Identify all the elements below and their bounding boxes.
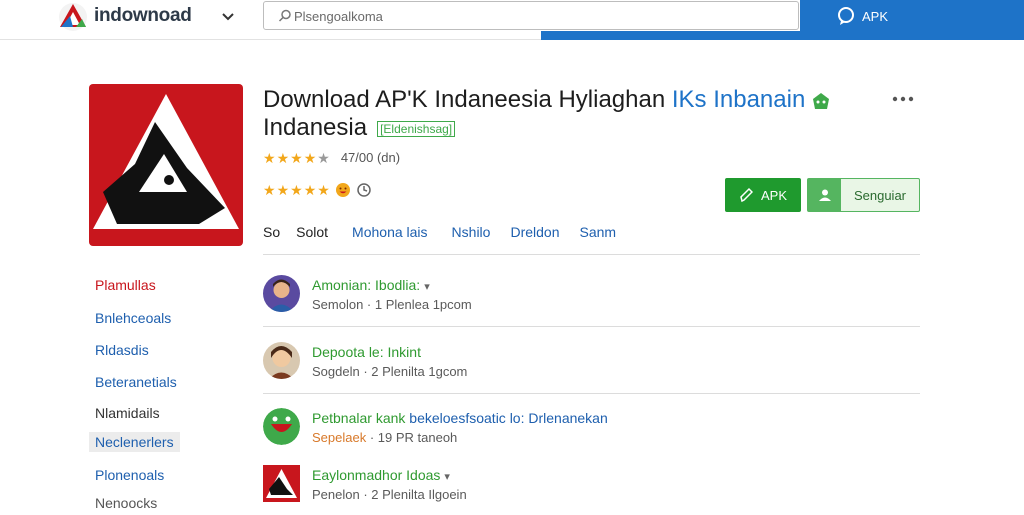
- logo-icon[interactable]: [58, 2, 88, 32]
- meta-b: 2 Plenilta Ilgoein: [371, 487, 467, 502]
- meta-b: 2 Plenilta 1gcom: [371, 364, 468, 379]
- list-item-title-text: Amonian: Ibodlia:: [312, 277, 421, 293]
- meta-a: Penelon: [312, 487, 360, 502]
- header-accent-bar: [541, 31, 1024, 40]
- star-icon: ★: [303, 182, 317, 198]
- android-badge-icon: [813, 92, 830, 109]
- star-icon: ★: [317, 182, 330, 198]
- star-icon: ★: [290, 182, 303, 198]
- header-blue-panel: [800, 0, 1024, 32]
- sidebar-item-1[interactable]: Plamullas: [95, 277, 156, 293]
- pen-icon: [740, 187, 753, 203]
- list-item[interactable]: Petbnalar kank bekeloesfsoatic lo: Drlen…: [263, 408, 920, 458]
- warning-triangle-icon: [93, 94, 239, 229]
- tabs-divider: [263, 254, 920, 255]
- smiley-icon: [335, 183, 350, 197]
- list-divider: [263, 326, 920, 327]
- list-item-meta: Penelon · 2 Plenilta Ilgoein: [312, 487, 467, 502]
- list-item[interactable]: Amonian: Ibodlia: ▾ Semolon · 1 Plenlea 1…: [263, 275, 920, 325]
- sidebar-item-4[interactable]: Beteranetials: [95, 374, 177, 390]
- sidebar-item-7[interactable]: Plonenoals: [95, 467, 164, 483]
- sidebar-item-2[interactable]: Bnlehceoals: [95, 310, 171, 326]
- meta-b: 19 PR taneoh: [377, 430, 458, 445]
- rating-row-secondary: ★ ★ ★ ★ ★: [263, 182, 372, 198]
- tab-dreldon[interactable]: Dreldon: [510, 224, 559, 240]
- apk-header-link[interactable]: APK: [836, 6, 888, 26]
- star-icon: ★: [263, 149, 276, 166]
- avatar: [263, 465, 300, 502]
- tab-so[interactable]: So: [263, 224, 280, 240]
- logo-text[interactable]: indownoad: [94, 5, 192, 27]
- list-item-title-link[interactable]: bekeloesfsoatic lo: Drlenanekan: [409, 410, 607, 426]
- list-item-title[interactable]: Eaylonmadhor Idoas ▾: [312, 467, 450, 483]
- rating-row-primary: ★ ★ ★ ★ ★ 47/00 (dn): [263, 150, 400, 165]
- list-item[interactable]: Eaylonmadhor Idoas ▾ Penelon · 2 Plenilta…: [263, 465, 920, 515]
- avatar: [263, 408, 300, 445]
- star-icon: ★: [317, 149, 330, 166]
- more-options-icon[interactable]: [892, 94, 914, 104]
- caret-down-icon: ▾: [444, 471, 450, 483]
- tab-solot[interactable]: Solot: [296, 224, 328, 240]
- tab-mohona-lais[interactable]: Mohona lais: [352, 224, 428, 240]
- download-apk-label: APK: [760, 187, 787, 203]
- avatar: [263, 342, 300, 379]
- list-item-meta: Sepelaek · 19 PR taneoh: [312, 430, 458, 445]
- sidebar-item-3[interactable]: Rldasdis: [95, 342, 149, 358]
- search-input[interactable]: [294, 6, 774, 26]
- chat-bubble-icon: [838, 7, 854, 25]
- search-box[interactable]: [263, 1, 799, 30]
- sidebar-item-6-active[interactable]: Neclenerlers: [89, 432, 180, 452]
- meta-b: 1 Plenlea 1pcom: [374, 297, 472, 312]
- list-item-title-text: Petbnalar kank: [312, 410, 406, 426]
- avatar: [263, 275, 300, 312]
- sidebar-item-8[interactable]: Nenoocks: [95, 495, 157, 511]
- list-item-title-text: Eaylonmadhor Idoas: [312, 467, 441, 483]
- meta-a: Sepelaek: [312, 430, 367, 445]
- list-item-title[interactable]: Depoota le: Inkint: [312, 344, 421, 360]
- list-divider: [263, 393, 920, 394]
- app-icon: [89, 84, 243, 246]
- sign-in-button[interactable]: Senguiar: [807, 178, 920, 212]
- user-silhouette-icon: [818, 189, 831, 201]
- user-icon: [808, 179, 841, 211]
- apk-header-label: APK: [862, 8, 889, 24]
- star-icon: ★: [276, 149, 290, 166]
- sign-in-label: Senguiar: [853, 187, 907, 203]
- list-item[interactable]: Depoota le: Inkint Sogdeln · 2 Plenilta …: [263, 342, 920, 392]
- caret-down-icon: ▾: [424, 281, 430, 293]
- tab-sanm[interactable]: Sanm: [579, 224, 616, 240]
- clock-icon: [357, 183, 371, 197]
- app-title-main: Download AP'K Indaneesia Hyliaghan: [263, 86, 672, 113]
- list-item-meta: Semolon · 1 Plenlea 1pcom: [312, 297, 472, 312]
- rating-text: 47/00 (dn): [340, 150, 401, 165]
- tab-nshilo[interactable]: Nshilo: [452, 224, 491, 240]
- tab-bar: So Solot Mohona lais Nshilo Dreldon Sanm: [263, 224, 636, 240]
- list-item-title[interactable]: Petbnalar kank bekeloesfsoatic lo: Drlen…: [312, 410, 608, 426]
- app-title: Download AP'K Indaneesia Hyliaghan IKs I…: [263, 86, 903, 142]
- list-item-meta: Sogdeln · 2 Plenilta 1gcom: [312, 364, 468, 379]
- star-icon: ★: [276, 182, 290, 198]
- search-icon: [278, 9, 291, 22]
- app-title-highlight[interactable]: IKs Inbanain: [672, 86, 805, 113]
- app-title-line2: Indanesia: [263, 114, 368, 141]
- sidebar-item-5[interactable]: Nlamidails: [95, 405, 160, 421]
- star-icon: ★: [290, 149, 303, 166]
- meta-a: Sogdeln: [312, 364, 360, 379]
- chevron-down-icon[interactable]: [220, 8, 236, 24]
- developer-tag[interactable]: [Eldenishsag]: [377, 120, 456, 137]
- meta-a: Semolon: [312, 297, 364, 312]
- star-icon: ★: [303, 149, 317, 166]
- download-apk-button[interactable]: APK: [725, 178, 801, 212]
- star-icon: ★: [263, 182, 276, 198]
- list-item-title[interactable]: Amonian: Ibodlia: ▾: [312, 277, 430, 293]
